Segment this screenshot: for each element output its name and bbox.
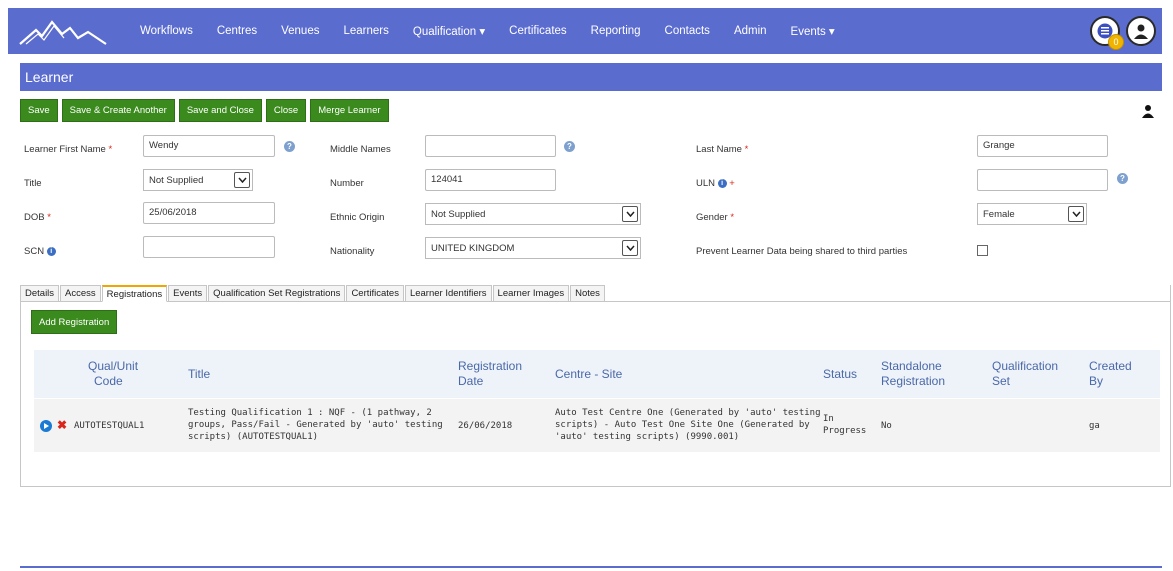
cell-centre-site: Auto Test Centre One (Generated by 'auto… xyxy=(555,408,821,442)
cell-registration-date: 26/06/2018 xyxy=(458,421,513,431)
ethnic-origin-select[interactable]: Not Supplied xyxy=(425,203,641,225)
table-row[interactable]: ✖ AUTOTESTQUAL1 Testing Qualification 1 … xyxy=(34,399,1160,452)
ethnic-origin-value: Not Supplied xyxy=(431,209,486,220)
help-icon[interactable]: ? xyxy=(1117,173,1128,184)
nav-contacts[interactable]: Contacts xyxy=(653,25,722,37)
nationality-value: UNITED KINGDOM xyxy=(431,243,515,254)
middle-names-label: Middle Names xyxy=(330,144,391,155)
tab-notes[interactable]: Notes xyxy=(570,285,605,302)
nav-events[interactable]: Events ▾ xyxy=(779,24,847,38)
first-name-field[interactable]: Wendy xyxy=(143,135,275,157)
top-navbar: Workflows Centres Venues Learners Qualif… xyxy=(8,8,1162,54)
info-icon[interactable]: i xyxy=(717,178,727,188)
user-silhouette-icon[interactable] xyxy=(1142,104,1154,123)
toolbar: Save Save & Create Another Save and Clos… xyxy=(20,99,389,122)
scn-field[interactable] xyxy=(143,236,275,258)
cell-qual-code: AUTOTESTQUAL1 xyxy=(74,421,145,431)
info-icon[interactable]: i xyxy=(46,246,56,256)
col-qual-code[interactable]: Qual/Unit Code xyxy=(88,359,138,389)
col-created-by[interactable]: Created By xyxy=(1089,359,1132,389)
last-name-field[interactable]: Grange xyxy=(977,135,1108,157)
col-qualification-set[interactable]: Qualification Set xyxy=(992,359,1058,389)
nationality-label: Nationality xyxy=(330,246,375,257)
logo-mountains[interactable] xyxy=(8,8,118,54)
tab-access[interactable]: Access xyxy=(60,285,101,302)
uln-label: ULN i + xyxy=(696,178,735,189)
notification-badge: 0 xyxy=(1108,34,1124,50)
gender-select[interactable]: Female xyxy=(977,203,1087,225)
chevron-down-icon xyxy=(1068,206,1084,222)
nationality-select[interactable]: UNITED KINGDOM xyxy=(425,237,641,259)
ethnic-origin-label: Ethnic Origin xyxy=(330,212,385,223)
cell-standalone: No xyxy=(881,421,892,431)
tab-learner-images[interactable]: Learner Images xyxy=(492,285,570,302)
dob-field[interactable]: 25/06/2018 xyxy=(143,202,275,224)
col-standalone-registration[interactable]: Standalone Registration xyxy=(881,359,945,389)
number-label: Number xyxy=(330,178,364,189)
learner-form: Learner First Name * Wendy ? Middle Name… xyxy=(20,132,1160,262)
cell-created-by: ga xyxy=(1089,421,1100,431)
title-select[interactable]: Not Supplied xyxy=(143,169,253,191)
title-label: Title xyxy=(24,178,42,189)
cell-title: Testing Qualification 1 : NQF - (1 pathw… xyxy=(188,408,443,442)
tab-qualification-set-registrations[interactable]: Qualification Set Registrations xyxy=(208,285,346,302)
dob-label: DOB * xyxy=(24,212,51,223)
close-button[interactable]: Close xyxy=(265,99,307,122)
nav-reporting[interactable]: Reporting xyxy=(579,25,653,37)
nav-learners[interactable]: Learners xyxy=(331,25,400,37)
registrations-table-header: Qual/Unit Code Title Registration Date Cen… xyxy=(34,350,1160,398)
footer-divider xyxy=(20,566,1162,568)
help-icon[interactable]: ? xyxy=(564,141,575,152)
tab-events[interactable]: Events xyxy=(168,285,208,302)
tab-details[interactable]: Details xyxy=(20,285,60,302)
merge-learner-button[interactable]: Merge Learner xyxy=(310,99,389,122)
uln-field[interactable] xyxy=(977,169,1108,191)
col-registration-date[interactable]: Registration Date xyxy=(458,359,522,389)
col-status[interactable]: Status xyxy=(823,367,857,382)
gender-label: Gender * xyxy=(696,212,735,223)
number-field[interactable]: 124041 xyxy=(425,169,556,191)
last-name-label: Last Name * xyxy=(696,144,749,155)
tab-bar: Details Access Registrations Events Qual… xyxy=(20,285,606,302)
nav-venues[interactable]: Venues xyxy=(269,25,331,37)
chevron-down-icon xyxy=(622,240,638,256)
chevron-down-icon xyxy=(234,172,250,188)
nav-admin[interactable]: Admin xyxy=(722,25,779,37)
save-and-close-button[interactable]: Save and Close xyxy=(178,99,262,122)
cell-status: In Progress xyxy=(823,414,867,436)
delete-icon[interactable]: ✖ xyxy=(57,418,67,432)
nav-workflows[interactable]: Workflows xyxy=(128,25,205,37)
gender-value: Female xyxy=(983,209,1015,220)
add-registration-button[interactable]: Add Registration xyxy=(31,310,118,334)
tab-certificates[interactable]: Certificates xyxy=(346,285,404,302)
nav-certificates[interactable]: Certificates xyxy=(497,25,579,37)
prevent-sharing-checkbox[interactable] xyxy=(977,245,988,256)
title-select-value: Not Supplied xyxy=(149,175,204,186)
save-button[interactable]: Save xyxy=(20,99,58,122)
list-icon[interactable]: 0 xyxy=(1090,16,1124,50)
middle-names-field[interactable] xyxy=(425,135,556,157)
first-name-label: Learner First Name * xyxy=(24,144,113,155)
page-title: Learner xyxy=(20,63,1162,91)
tab-learner-identifiers[interactable]: Learner Identifiers xyxy=(404,285,492,302)
prevent-sharing-label: Prevent Learner Data being shared to thi… xyxy=(696,246,908,257)
nav-centres[interactable]: Centres xyxy=(205,25,269,37)
nav-qualification[interactable]: Qualification ▾ xyxy=(401,24,497,38)
save-create-another-button[interactable]: Save & Create Another xyxy=(61,99,175,122)
col-centre-site[interactable]: Centre - Site xyxy=(555,367,622,382)
help-icon[interactable]: ? xyxy=(284,141,295,152)
chevron-down-icon xyxy=(622,206,638,222)
scn-label: SCN i xyxy=(24,246,56,257)
open-row-icon[interactable] xyxy=(40,420,52,432)
tab-registrations[interactable]: Registrations xyxy=(101,285,168,302)
col-title[interactable]: Title xyxy=(188,367,210,382)
user-icon[interactable] xyxy=(1126,16,1156,46)
